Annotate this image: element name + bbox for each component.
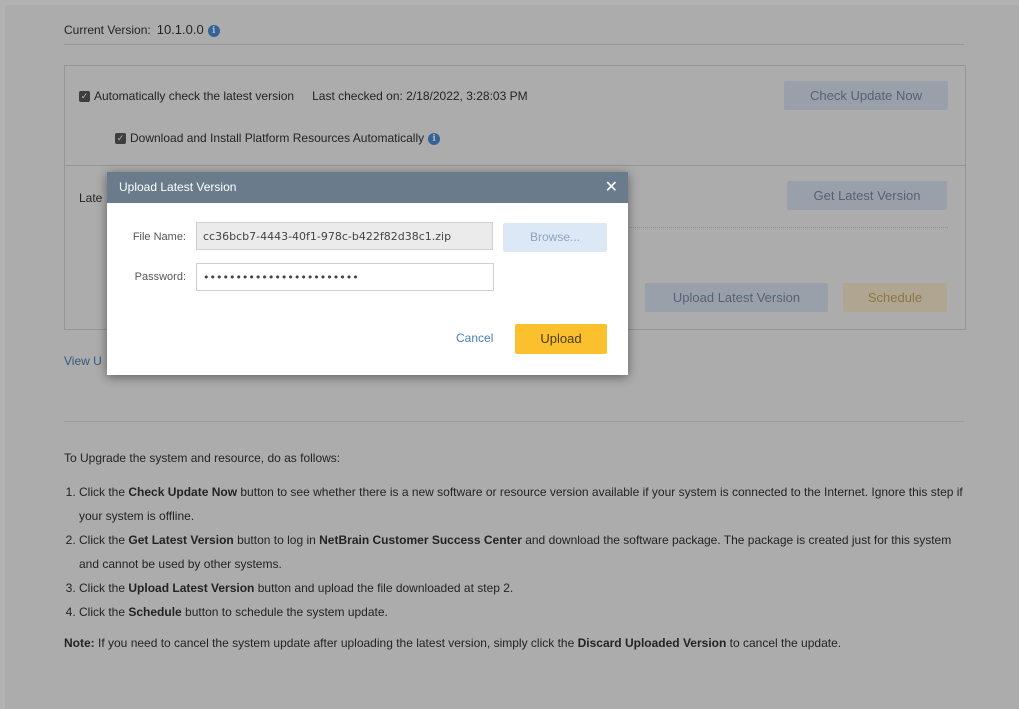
browse-button[interactable]: Browse...: [503, 223, 607, 252]
dialog-header: Upload Latest Version ✕: [107, 172, 628, 203]
upload-latest-version-dialog: Upload Latest Version ✕ File Name: cc36b…: [107, 172, 628, 375]
password-field[interactable]: ••••••••••••••••••••••••: [196, 263, 494, 291]
cancel-button[interactable]: Cancel: [456, 331, 493, 345]
close-icon[interactable]: ✕: [605, 177, 618, 197]
file-name-field[interactable]: cc36bcb7-4443-40f1-978c-b422f82d38c1.zip: [196, 222, 493, 250]
dialog-title: Upload Latest Version: [119, 180, 237, 194]
password-label: Password:: [134, 271, 186, 283]
upload-button[interactable]: Upload: [515, 324, 607, 354]
file-name-label: File Name:: [132, 231, 186, 243]
